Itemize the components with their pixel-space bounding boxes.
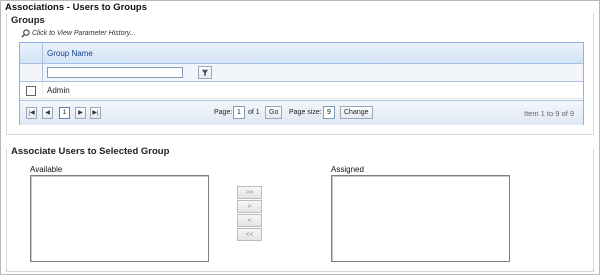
page-label: Page: <box>214 109 233 116</box>
page-input[interactable]: 1 <box>233 106 245 119</box>
items-info: Item 1 to 9 of 9 <box>524 109 575 118</box>
table-row[interactable]: Admin <box>20 82 583 99</box>
parameter-history-link[interactable]: Click to View Parameter History... <box>21 29 136 38</box>
last-page-icon[interactable]: ▶| <box>90 107 101 119</box>
assigned-users-list[interactable] <box>331 175 510 262</box>
column-header-group-name[interactable]: Group Name <box>47 49 93 58</box>
next-page-icon[interactable]: ▶ <box>75 107 86 119</box>
filter-button[interactable] <box>198 66 212 79</box>
parameter-history-text[interactable]: Click to View Parameter History... <box>32 30 136 37</box>
grid-pager: |◀ ◀ 1 ▶ ▶| Page: 1 of 1 Go Page size: 9… <box>20 100 583 125</box>
associate-section-title: Associate Users to Selected Group <box>11 146 173 157</box>
page-size-label: Page size: <box>289 109 322 116</box>
first-page-icon[interactable]: |◀ <box>26 107 37 119</box>
page-number-button[interactable]: 1 <box>59 107 70 119</box>
assigned-label: Assigned <box>331 165 364 174</box>
magnifier-icon <box>21 29 30 38</box>
filter-row <box>20 64 583 82</box>
available-label: Available <box>30 165 63 174</box>
page-size-input[interactable]: 9 <box>323 106 335 119</box>
header-check-column <box>20 43 43 63</box>
prev-page-icon[interactable]: ◀ <box>42 107 53 119</box>
group-name-filter-input[interactable] <box>47 67 183 78</box>
filter-check-column <box>20 64 43 81</box>
go-button[interactable]: Go <box>265 106 283 119</box>
change-button[interactable]: Change <box>340 106 373 119</box>
filter-icon <box>201 69 209 76</box>
row-checkbox[interactable] <box>26 86 36 96</box>
move-right-button[interactable]: > <box>237 200 262 213</box>
group-name-cell: Admin <box>47 86 70 95</box>
move-left-button[interactable]: < <box>237 214 262 227</box>
available-users-list[interactable] <box>30 175 209 262</box>
grid-header: Group Name <box>20 43 583 64</box>
move-all-left-button[interactable]: << <box>237 228 262 241</box>
groups-section-title: Groups <box>11 15 45 26</box>
groups-grid: Group Name Admin |◀ ◀ 1 ▶ ▶| Page: 1 of … <box>19 42 584 125</box>
move-all-right-button[interactable]: >> <box>237 186 262 199</box>
row-check-column <box>20 82 43 98</box>
page-title: Associations - Users to Groups <box>5 2 148 13</box>
page-count-label: of 1 <box>248 109 260 116</box>
